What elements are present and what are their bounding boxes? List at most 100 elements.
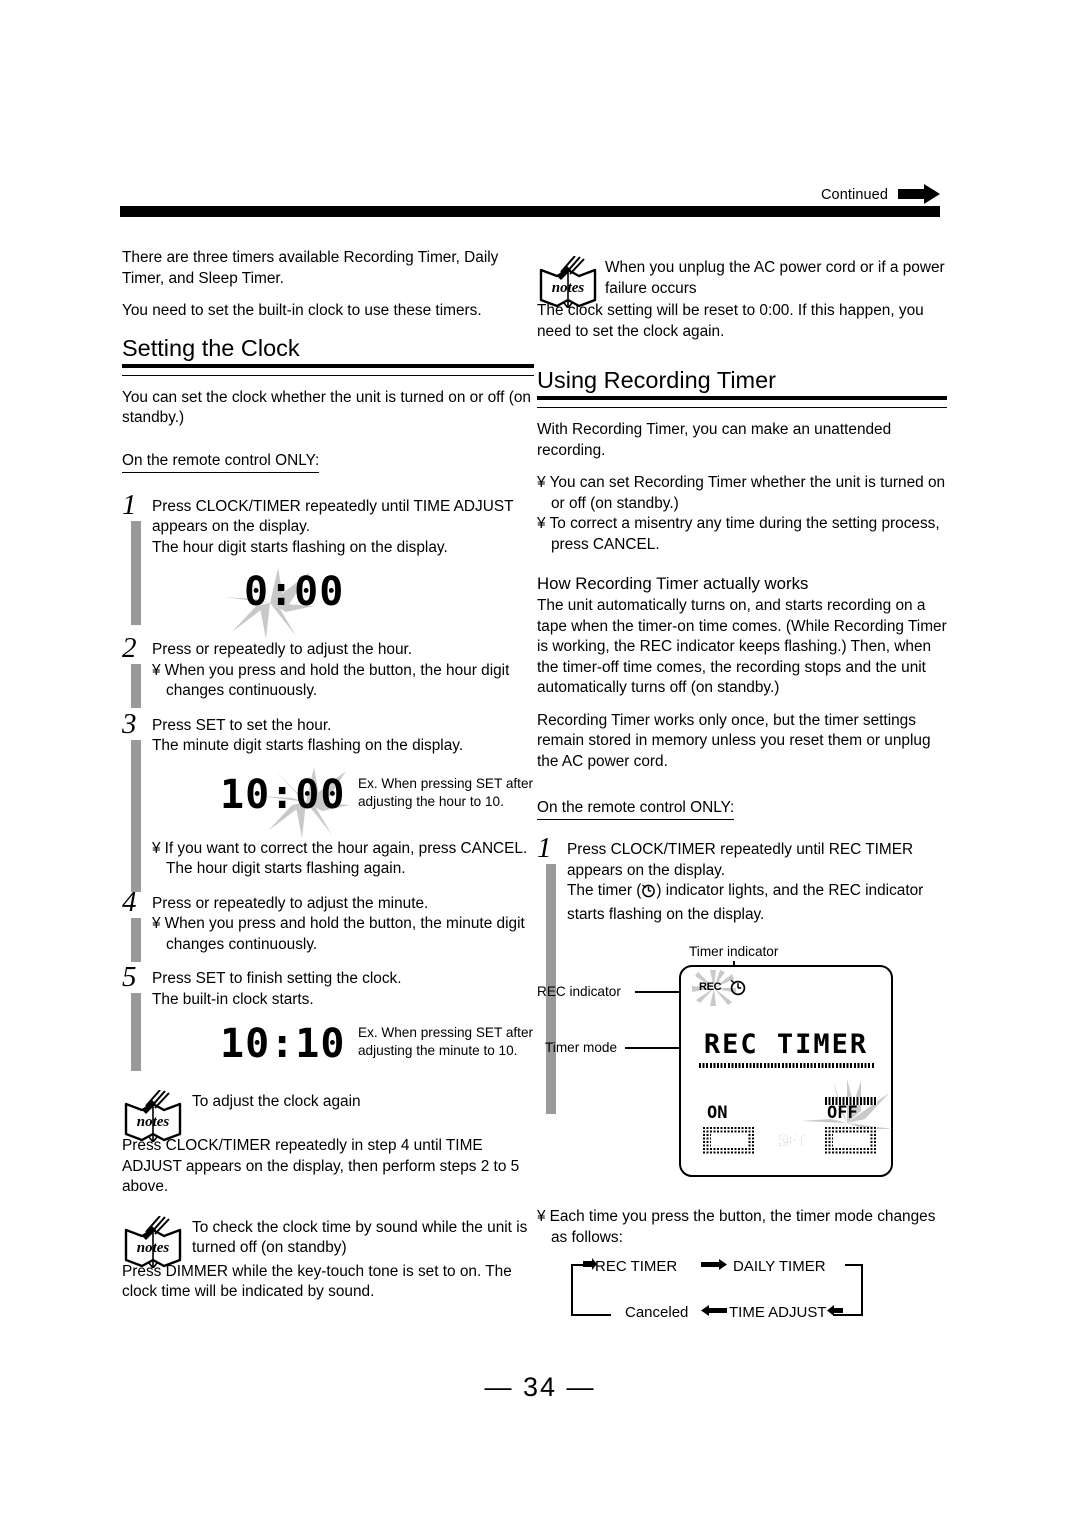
mode-cycle-bullet-text: Each time you press the button, the time… xyxy=(549,1208,936,1246)
cycle-item-canceled: Canceled xyxy=(625,1304,689,1321)
step-1-line1: Press CLOCK/TIMER repeatedly until TIME … xyxy=(152,497,514,536)
lcd-underbar xyxy=(699,1063,875,1068)
sub-head-how-works: How Recording Timer actually works xyxy=(537,574,809,593)
right-column: notes When you unplug the AC power cord … xyxy=(537,255,947,1346)
step-5-line1: Press SET to finish setting the clock. xyxy=(152,970,402,987)
step-2-bullet: ¥ When you press and hold the button, the… xyxy=(152,661,510,700)
recording-timer-bullet-2: ¥ To correct a misentry any time during t… xyxy=(537,515,940,553)
lcd-clock-display-2: 10:00 Ex. When pressing SET after adjust… xyxy=(152,766,534,838)
step-1-line2: The hour digit starts flashing on the di… xyxy=(152,538,448,556)
recording-timer-bullet-2-text: To correct a misentry any time during th… xyxy=(549,515,940,553)
right-step-1-line1: Press CLOCK/TIMER repeatedly until REC T… xyxy=(567,841,914,879)
svg-text:notes: notes xyxy=(137,1240,170,1256)
step-2-bullet-text: When you press and hold the button, the … xyxy=(164,661,510,700)
step-2: 2 Press or repeatedly to adjust the hour… xyxy=(122,634,534,708)
section-rule-right xyxy=(537,396,947,408)
callout-rec-indicator: REC indicator xyxy=(537,984,621,999)
remote-only-label-right: On the remote control ONLY: xyxy=(537,798,735,820)
cycle-line-top-right xyxy=(845,1264,863,1266)
cycle-item-time-adjust: TIME ADJUST xyxy=(729,1304,827,1321)
recording-timer-bullet-1: ¥ You can set Recording Timer whether the… xyxy=(537,474,946,512)
lcd-display-figure: Timer indicator REC indicator Timer mode xyxy=(537,943,947,1201)
intro-paragraph-1: There are three timers available Recordi… xyxy=(122,249,499,287)
flash-burst-icon xyxy=(799,1077,895,1170)
recording-timer-intro: With Recording Timer, you can make an un… xyxy=(537,421,892,459)
lcd-off-time-block xyxy=(825,1127,877,1155)
cycle-item-rec-timer: REC TIMER xyxy=(595,1258,678,1275)
step-4-bullet: ¥ When you press and hold the button, the… xyxy=(152,915,525,953)
remote-only-label-left: On the remote control ONLY: xyxy=(122,451,320,473)
lcd-clock-2-digits: 10:00 xyxy=(220,770,346,819)
step-3: 3 Press SET to set the hour. The minute … xyxy=(122,709,534,892)
cycle-arrow-rec-to-daily xyxy=(701,1258,727,1276)
right-step-1: 1 Press CLOCK/TIMER repeatedly until REC… xyxy=(537,834,947,1114)
lcd-rec-indicator: REC xyxy=(699,981,722,993)
notes-book-icon: notes xyxy=(537,255,599,310)
step-2-bar xyxy=(131,664,141,708)
lcd-on-label: ON xyxy=(707,1103,728,1123)
step-4: 4 Press or repeatedly to adjust the minu… xyxy=(122,887,534,962)
clock-timer-icon xyxy=(641,883,656,905)
step-4-bar xyxy=(131,917,141,962)
section-title-setting-clock: Setting the Clock xyxy=(122,334,300,361)
step-3-bullet-extra: The hour digit starts flashing again. xyxy=(166,860,406,877)
right-step-1-line2: The timer () indicator lights, and the R… xyxy=(567,882,924,923)
step-3-line1: Press SET to set the hour. xyxy=(152,716,332,734)
right-step-1-number: 1 xyxy=(537,832,552,864)
mode-cycle-bullet: ¥ Each time you press the button, the tim… xyxy=(537,1208,936,1246)
step-4-line1: Press or repeatedly to adjust the minute… xyxy=(152,894,429,912)
lcd-off-label: OFF xyxy=(827,1103,858,1123)
callout-timer-mode: Timer mode xyxy=(545,1040,618,1055)
step-3-bullet-text: If you want to correct the hour again, p… xyxy=(164,839,528,857)
section-rule xyxy=(122,363,534,376)
cycle-line-bottom-left xyxy=(571,1314,611,1316)
section-intro: You can set the clock whether the unit i… xyxy=(122,388,531,427)
intro-paragraph-2: You need to set the built-in clock to us… xyxy=(122,302,482,319)
cycle-arrow-into-rec xyxy=(583,1258,597,1276)
step-4-bullet-text: When you press and hold the button, the … xyxy=(164,915,525,953)
header-rule xyxy=(120,206,940,217)
step-5-number: 5 xyxy=(122,961,137,993)
step-5-line2: The built-in clock starts. xyxy=(152,990,314,1008)
step-3-line2: The minute digit starts flashing on the … xyxy=(152,737,464,754)
step-5-bar xyxy=(131,993,141,1071)
document-page: Continued There are three timers availab… xyxy=(0,0,1080,1528)
lcd-clock-3-digits: 10:10 xyxy=(220,1020,346,1068)
lcd-clock-1-digits: 0:00 xyxy=(244,568,345,616)
timer-mode-cycle-diagram: REC TIMER DAILY TIMER TIME ADJUST Cancel… xyxy=(561,1256,941,1346)
notes-book-icon: notes xyxy=(122,1214,184,1269)
cycle-line-left xyxy=(571,1264,573,1316)
page-number: — 34 — xyxy=(484,1372,596,1402)
note-power-failure: notes When you unplug the AC power cord … xyxy=(537,255,947,342)
step-1-bar xyxy=(131,520,141,625)
how-works-paragraph-1: The unit automatically turns on, and sta… xyxy=(537,597,947,696)
step-4-number: 4 xyxy=(122,885,137,918)
step-3-bullet: ¥ If you want to correct the hour again, … xyxy=(152,839,528,857)
lcd-clock-display-1: 0:00 xyxy=(152,568,534,639)
cycle-line-right xyxy=(861,1264,863,1316)
how-works-paragraph-2: Recording Timer works only once, but the… xyxy=(537,711,931,770)
lcd-on-time-block xyxy=(703,1127,755,1155)
note-check-clock-sound: notes To check the clock time by sound w… xyxy=(122,1214,534,1303)
step-3-number: 3 xyxy=(122,707,137,740)
lcd-clock-3-caption: Ex. When pressing SET after adjusting th… xyxy=(358,1025,534,1058)
cycle-arrow-adjust-to-cancel xyxy=(701,1304,727,1322)
notes-book-icon: notes xyxy=(122,1089,184,1144)
callout-timer-indicator: Timer indicator xyxy=(689,944,779,959)
step-1-number: 1 xyxy=(122,488,137,521)
step-1: 1 Press CLOCK/TIMER repeatedly until TIM… xyxy=(122,490,534,639)
lcd-set-block: SET xyxy=(765,1127,817,1155)
recording-timer-bullet-1-text: You can set Recording Timer whether the … xyxy=(549,474,946,512)
right-arrow-icon xyxy=(898,184,940,206)
note-adjust-clock-body: Press CLOCK/TIMER repeatedly in step 4 u… xyxy=(122,1137,520,1195)
svg-text:notes: notes xyxy=(137,1114,170,1130)
continued-label: Continued xyxy=(820,187,888,203)
step-5: 5 Press SET to finish setting the clock.… xyxy=(122,963,534,1078)
lcd-clock-display-3: 10:10 Ex. When pressing SET after adjust… xyxy=(152,1020,534,1078)
lcd-timer-mode-text: REC TIMER xyxy=(695,1029,877,1060)
cycle-arrow-into-adjust xyxy=(827,1304,843,1322)
step-2-number: 2 xyxy=(122,632,137,664)
note-adjust-clock: notes To adjust the clock again Press CL… xyxy=(122,1089,534,1198)
lcd-onoff-row: ON SET OFF xyxy=(689,1079,893,1167)
step-3-bar xyxy=(131,739,141,892)
